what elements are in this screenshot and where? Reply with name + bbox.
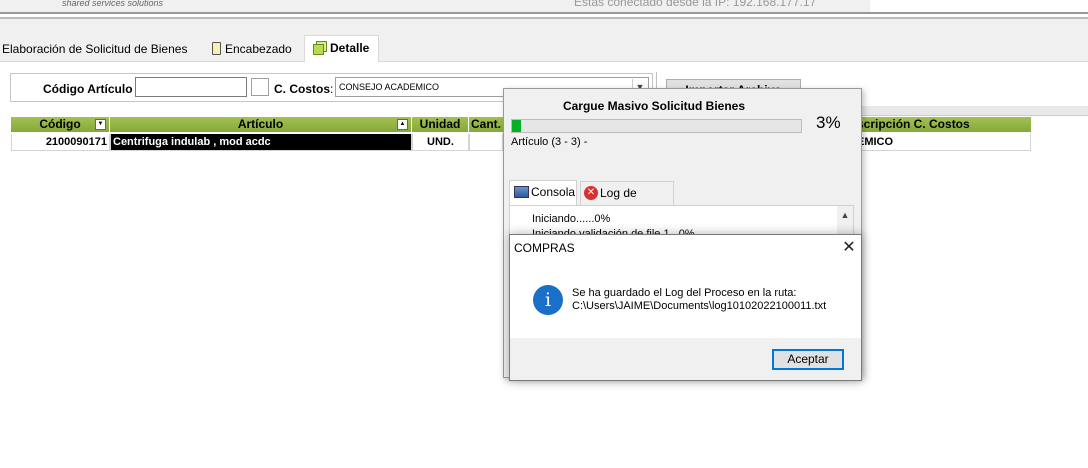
dialog-footer: Aceptar <box>510 338 861 380</box>
app-header: shared services solutions Estás conectad… <box>0 0 1088 12</box>
header-right-area <box>870 0 1088 12</box>
column-header-cant[interactable]: Cant. <box>469 117 503 132</box>
codigo-articulo-label: Código Artículo <box>43 82 133 96</box>
column-label: Unidad <box>419 117 461 131</box>
c-costos-checkbox[interactable] <box>251 78 269 96</box>
tab-encabezado[interactable]: Encabezado <box>212 37 292 62</box>
chevron-up-icon[interactable]: ▲ <box>837 208 853 222</box>
column-label: Artículo <box>237 117 284 131</box>
tab-label: Detalle <box>330 41 370 55</box>
document-icon <box>212 42 221 56</box>
console-line: Iniciando......0% <box>532 213 611 225</box>
connection-info: Estás conectado desde la IP: 192.168.177… <box>574 0 817 9</box>
logo-tagline: shared services solutions <box>62 0 164 8</box>
cell-articulo[interactable]: Centrifuga indulab , mod acdc <box>110 134 412 151</box>
column-header-articulo[interactable]: Artículo ▲ <box>110 117 412 132</box>
column-header-codigo[interactable]: Código ▼ <box>11 117 110 132</box>
tab-consola[interactable]: Consola <box>509 180 577 205</box>
dialog-message: Se ha guardado el Log del Proceso en la … <box>572 287 826 313</box>
tab-label: Encabezado <box>225 42 292 56</box>
progress-title: Cargue Masivo Solicitud Bienes <box>562 99 746 113</box>
c-costos-value: CONSEJO ACADEMICO <box>339 82 440 92</box>
progress-article-text: Artículo (3 - 3) - <box>511 136 588 148</box>
detail-icon <box>313 41 327 56</box>
c-costos-label: C. Costos: <box>274 82 333 96</box>
tab-log-errores[interactable]: ✕Log de Errores <box>580 181 674 222</box>
tab-label: Elaboración de Solicitud de Bienes <box>2 42 188 56</box>
dialog-message-line: Se ha guardado el Log del Proceso en la … <box>572 287 797 299</box>
column-label: Código <box>39 117 81 131</box>
divider <box>0 12 1088 14</box>
cell-cant[interactable] <box>469 134 503 151</box>
progress-bar <box>511 119 802 133</box>
c-costos-colon: : <box>330 82 334 96</box>
tab-strip: Elaboración de Solicitud de Bienes Encab… <box>0 35 1088 63</box>
column-header-descripcion-costos[interactable]: scripción C. Costos <box>857 117 1031 132</box>
cell-unidad[interactable]: UND. <box>412 134 469 151</box>
tab-elaboracion[interactable]: Elaboración de Solicitud de Bienes <box>2 37 187 62</box>
console-icon <box>514 185 529 198</box>
tab-label: Consola <box>531 185 576 199</box>
tab-detalle[interactable]: Detalle <box>304 35 379 63</box>
column-label: Cant. <box>471 117 501 131</box>
column-header-unidad[interactable]: Unidad <box>412 117 469 132</box>
accept-button[interactable]: Aceptar <box>772 349 844 370</box>
message-dialog: COMPRAS ✕ i Se ha guardado el Log del Pr… <box>509 234 862 381</box>
grid-header: Código ▼ Artículo ▲ Unidad Cant. <box>11 117 503 132</box>
c-costos-label-text: C. Costos <box>274 82 331 96</box>
filter-icon[interactable]: ▼ <box>95 119 106 130</box>
close-icon[interactable]: ✕ <box>838 237 860 259</box>
cell-codigo[interactable]: 2100090171 <box>11 134 110 151</box>
sort-icon[interactable]: ▲ <box>397 119 408 130</box>
info-icon: i <box>533 285 563 315</box>
progress-fill <box>512 120 521 132</box>
error-icon: ✕ <box>584 185 598 200</box>
dialog-title: COMPRAS <box>514 241 575 255</box>
dialog-message-path: C:\Users\JAIME\Documents\log101020221000… <box>572 300 827 312</box>
toolbar-gap <box>0 19 1088 35</box>
codigo-articulo-input[interactable] <box>135 77 247 97</box>
progress-percent: 3% <box>816 113 841 132</box>
cell-descripcion-costos[interactable]: EMICO <box>857 134 1031 151</box>
